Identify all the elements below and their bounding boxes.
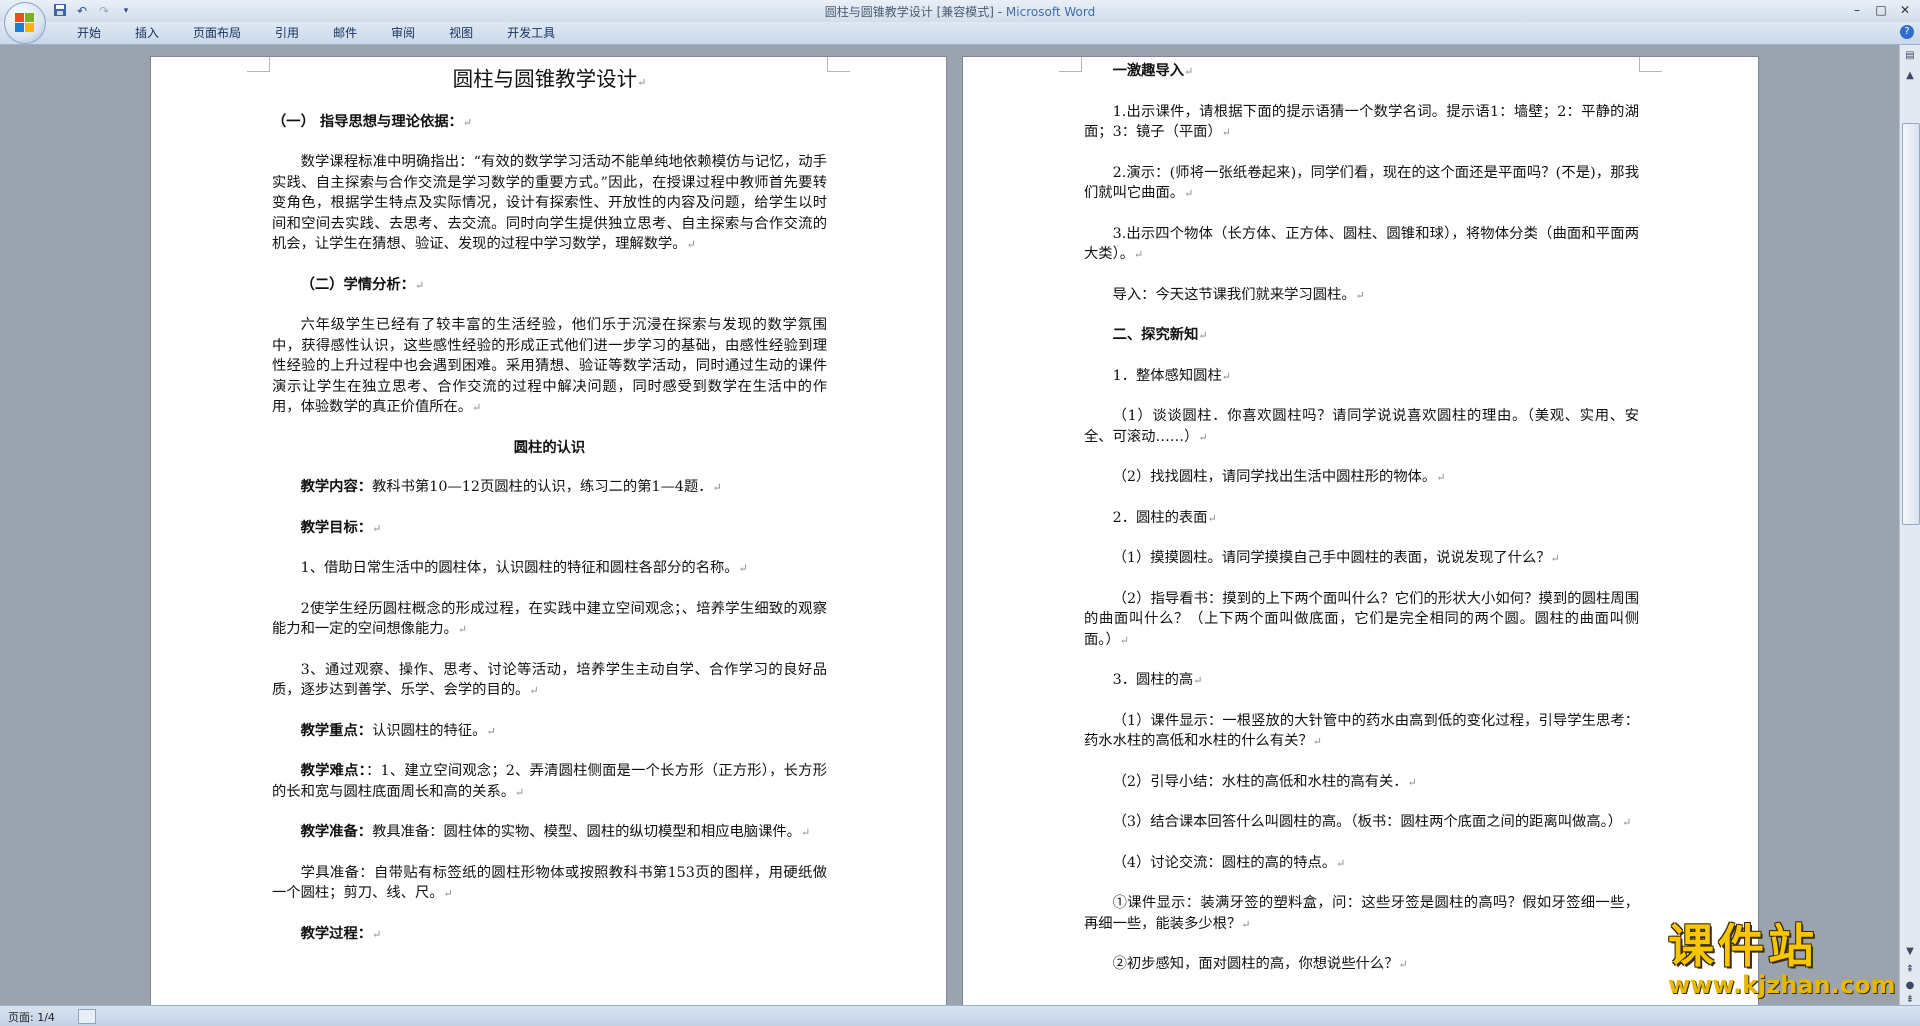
- paragraph[interactable]: （2）找找圆柱，请同学找出生活中圆柱形的物体。↵: [1084, 467, 1639, 489]
- paragraph[interactable]: 3、通过观察、操作、思考、讨论等活动，培养学生主动自学、合作学习的良好品质，逐步…: [272, 660, 827, 702]
- page-left: 圆柱与圆锥教学设计↵ （一） 指导思想与理论依据：↵ 数学课程标准中明确指出：“…: [151, 57, 946, 1005]
- window-title: 圆柱与圆锥教学设计 [兼容模式] - Microsoft Word: [0, 3, 1920, 20]
- paragraph[interactable]: （1）课件显示：一根竖放的大针管中的药水由高到低的变化过程，引导学生思考：药水水…: [1084, 711, 1639, 753]
- paragraph[interactable]: 1、借助日常生活中的圆柱体，认识圆柱的特征和圆柱各部分的名称。↵: [272, 558, 827, 580]
- title-bar: ↶ ↷ ▾ 圆柱与圆锥教学设计 [兼容模式] - Microsoft Word …: [0, 0, 1920, 23]
- document-workspace: 圆柱与圆锥教学设计↵ （一） 指导思想与理论依据：↵ 数学课程标准中明确指出：“…: [0, 45, 1900, 1005]
- help-icon[interactable]: ?: [1900, 25, 1914, 39]
- paragraph[interactable]: 学具准备：自带贴有标签纸的圆柱形物体或按照教科书第153页的图样，用硬纸做一个圆…: [272, 863, 827, 905]
- paragraph[interactable]: ②初步感知，面对圆柱的高，你想说些什么？↵: [1084, 954, 1639, 976]
- scroll-up-icon[interactable]: ▲: [1903, 69, 1917, 83]
- tab-developer[interactable]: 开发工具: [490, 25, 572, 41]
- page-left-content: 圆柱与圆锥教学设计↵ （一） 指导思想与理论依据：↵ 数学课程标准中明确指出：“…: [272, 57, 827, 945]
- paragraph[interactable]: （一） 指导思想与理论依据：↵: [272, 112, 827, 134]
- status-bar: 页面: 1/4: [0, 1005, 1920, 1026]
- paragraph[interactable]: 教学目标：↵: [272, 518, 827, 540]
- close-button[interactable]: ✕: [1894, 1, 1916, 19]
- paragraph[interactable]: 2.演示：(师将一张纸卷起来)，同学们看，现在的这个面还是平面吗？(不是)，那我…: [1084, 163, 1639, 205]
- tab-review[interactable]: 审阅: [374, 25, 432, 41]
- paragraph[interactable]: 2使学生经历圆柱概念的形成过程，在实践中建立空间观念；、培养学生细致的观察能力和…: [272, 599, 827, 641]
- paragraph[interactable]: 二、探究新知↵: [1084, 325, 1639, 347]
- paragraph[interactable]: 3．圆柱的高↵: [1084, 670, 1639, 692]
- paragraph[interactable]: （2）指导看书：摸到的上下两个面叫什么？它们的形状大小如何？摸到的圆柱周围的曲面…: [1084, 589, 1639, 652]
- crop-mark: [247, 57, 270, 72]
- document-name: 圆柱与圆锥教学设计 [兼容模式] -: [824, 5, 1006, 19]
- tab-insert[interactable]: 插入: [118, 25, 176, 41]
- ruler-toggle-icon[interactable]: ▤: [1903, 49, 1917, 63]
- ribbon-tabs: 开始 插入 页面布局 引用 邮件 审阅 视图 开发工具: [60, 25, 572, 41]
- paragraph[interactable]: 教学准备：教具准备：圆柱体的实物、模型、圆柱的纵切模型和相应电脑课件。↵: [272, 822, 827, 844]
- watermark-title: 课件站: [1668, 919, 1818, 973]
- minimize-button[interactable]: –: [1846, 1, 1868, 19]
- paragraph[interactable]: （2）引导小结：水柱的高低和水柱的高有关．↵: [1084, 772, 1639, 794]
- paragraph[interactable]: 教学难点：：1、建立空间观念；2、弄清圆柱侧面是一个长方形（正方形），长方形的长…: [272, 761, 827, 803]
- paragraph[interactable]: （4）讨论交流：圆柱的高的特点。↵: [1084, 853, 1639, 875]
- paragraph[interactable]: ①课件显示：装满牙签的塑料盒，问：这些牙签是圆柱的高吗？假如牙签细一些，再细一些…: [1084, 893, 1639, 935]
- page-right: 一激趣导入↵ 1.出示课件，请根据下面的提示语猜一个数学名词。提示语1：墙壁；2…: [963, 57, 1758, 1005]
- paragraph[interactable]: 1．整体感知圆柱↵: [1084, 366, 1639, 388]
- crop-mark: [827, 57, 850, 72]
- proofing-icon[interactable]: [78, 1009, 96, 1024]
- paragraph[interactable]: 导入：今天这节课我们就来学习圆柱。↵: [1084, 285, 1639, 307]
- scrollbar-thumb[interactable]: [1902, 123, 1920, 525]
- office-logo-icon: [15, 13, 35, 33]
- tab-home[interactable]: 开始: [60, 25, 118, 41]
- tab-references[interactable]: 引用: [258, 25, 316, 41]
- paragraph[interactable]: 教学内容：教科书第10—12页圆柱的认识，练习二的第1—4题．↵: [272, 477, 827, 499]
- paragraph[interactable]: 1.出示课件，请根据下面的提示语猜一个数学名词。提示语1：墙壁；2：平静的湖面；…: [1084, 102, 1639, 144]
- page-count-status[interactable]: 页面: 1/4: [8, 1009, 55, 1025]
- paragraph[interactable]: （1）谈谈圆柱．你喜欢圆柱吗？请同学说说喜欢圆柱的理由。（美观、实用、安全、可滚…: [1084, 406, 1639, 448]
- crop-mark: [1059, 57, 1082, 72]
- vertical-scrollbar[interactable]: ▤ ▲ ▼ ⇞ ● ⇟: [1899, 45, 1920, 1005]
- watermark-url: www.kjzhan.com: [1668, 971, 1896, 999]
- watermark-logo: 课件站 www.kjzhan.com: [1668, 920, 1908, 1000]
- tab-mailings[interactable]: 邮件: [316, 25, 374, 41]
- maximize-button[interactable]: □: [1870, 1, 1892, 19]
- window-controls: – □ ✕: [1846, 1, 1916, 19]
- paragraph[interactable]: 教学重点：认识圆柱的特征。↵: [272, 721, 827, 743]
- paragraph[interactable]: 数学课程标准中明确指出：“有效的数学学习活动不能单纯地依赖模仿与记忆，动手实践、…: [272, 152, 827, 256]
- app-name: Microsoft Word: [1005, 5, 1096, 19]
- paragraph[interactable]: （1）摸摸圆柱。请同学摸摸自己手中圆柱的表面，说说发现了什么？↵: [1084, 548, 1639, 570]
- paragraph[interactable]: 一激趣导入↵: [1084, 61, 1639, 83]
- page-right-content: 一激趣导入↵ 1.出示课件，请根据下面的提示语猜一个数学名词。提示语1：墙壁；2…: [1084, 57, 1639, 976]
- paragraph[interactable]: 六年级学生已经有了较丰富的生活经验，他们乐于沉浸在探索与发现的数学氛围中，获得感…: [272, 315, 827, 419]
- office-button[interactable]: [4, 2, 46, 44]
- ribbon-tab-bar: 开始 插入 页面布局 引用 邮件 审阅 视图 开发工具 ?: [0, 22, 1920, 45]
- tab-page-layout[interactable]: 页面布局: [176, 25, 258, 41]
- tab-view[interactable]: 视图: [432, 25, 490, 41]
- paragraph[interactable]: 3.出示四个物体（长方体、正方体、圆柱、圆锥和球），将物体分类（曲面和平面两大类…: [1084, 224, 1639, 266]
- paragraph[interactable]: 教学过程：↵: [272, 924, 827, 946]
- paragraph[interactable]: （3）结合课本回答什么叫圆柱的高。（板书：圆柱两个底面之间的距离叫做高。）↵: [1084, 812, 1639, 834]
- document-title[interactable]: 圆柱与圆锥教学设计↵: [272, 69, 827, 94]
- paragraph[interactable]: 2．圆柱的表面↵: [1084, 508, 1639, 530]
- paragraph[interactable]: （二）学情分析：↵: [272, 275, 827, 297]
- crop-mark: [1639, 57, 1662, 72]
- section-heading[interactable]: 圆柱的认识: [272, 438, 827, 459]
